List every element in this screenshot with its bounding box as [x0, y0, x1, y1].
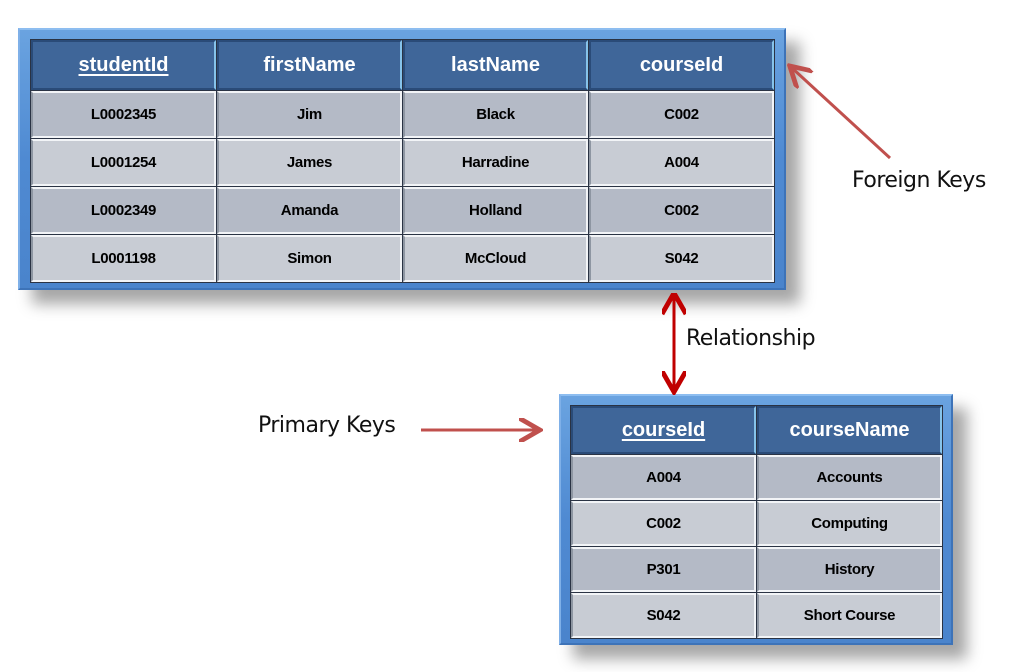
foreign-keys-label: Foreign Keys: [852, 168, 986, 193]
foreign-keys-arrow: [792, 68, 892, 160]
arrows-layer: [421, 0, 892, 672]
primary-keys-label: Primary Keys: [258, 413, 396, 438]
relationship-label: Relationship: [686, 326, 816, 351]
